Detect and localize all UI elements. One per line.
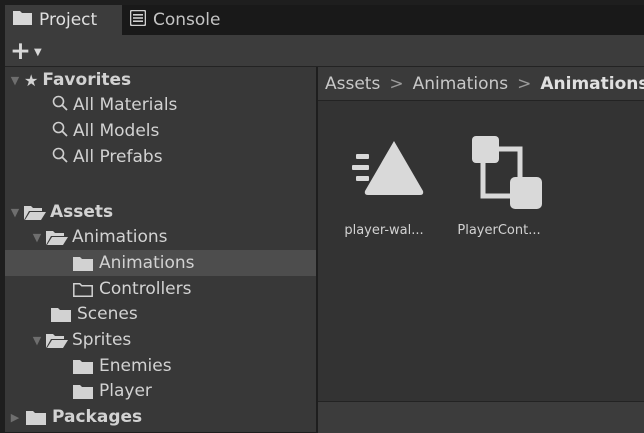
breadcrumb: Assets > Animations > Animations [318, 67, 644, 101]
tree-folder-label: Enemies [99, 356, 172, 376]
folder-open-icon [46, 230, 68, 245]
chevron-right-icon: > [517, 73, 532, 94]
tree-folder-sprites[interactable]: ▼ Sprites [5, 327, 316, 353]
tree-folder-enemies[interactable]: Enemies [5, 353, 316, 379]
asset-name: player-wal... [344, 223, 424, 238]
tree-item-label: All Prefabs [73, 147, 163, 167]
tree-folder-scenes[interactable]: Scenes [5, 301, 316, 327]
tree-packages[interactable]: ▶ Packages [5, 404, 316, 430]
tree-folder-controllers[interactable]: Controllers [5, 276, 316, 302]
tree-assets[interactable]: ▼ Assets [5, 199, 316, 225]
tree-folder-label: Animations [72, 227, 168, 247]
tree-packages-label: Packages [52, 407, 143, 427]
folder-icon [73, 256, 95, 271]
chevron-right-icon: > [389, 73, 404, 94]
expand-arrow-icon[interactable]: ▼ [9, 74, 21, 87]
collapse-arrow-icon[interactable]: ▶ [9, 411, 21, 424]
tree-item-all-models[interactable]: All Models [5, 118, 316, 144]
tree-folder-animations[interactable]: ▼ Animations [5, 224, 316, 250]
animation-clip-icon [346, 137, 426, 205]
tree-folder-label: Player [99, 381, 152, 401]
tree-folder-label: Scenes [77, 304, 138, 324]
folder-open-icon [24, 205, 46, 220]
tab-bar: Project Console [5, 5, 644, 35]
tree-item-label: All Materials [73, 95, 178, 115]
folder-tree: ▼ ★ Favorites All Materials All Models A… [5, 67, 316, 432]
empty-folder-icon [73, 282, 95, 297]
toolbar: + ▼ [5, 35, 644, 67]
tree-folder-label: Controllers [99, 279, 192, 299]
asset-item[interactable]: player-wal... [334, 127, 434, 245]
tab-console-label: Console [153, 10, 221, 30]
folder-icon [13, 10, 32, 30]
asset-pane-footer [318, 401, 644, 433]
tree-item-all-materials[interactable]: All Materials [5, 92, 316, 118]
expand-arrow-icon[interactable]: ▼ [9, 206, 21, 219]
folder-icon [73, 384, 95, 399]
tree-folder-player[interactable]: Player [5, 378, 316, 404]
breadcrumb-item[interactable]: Assets [325, 74, 380, 94]
tree-item-all-prefabs[interactable]: All Prefabs [5, 144, 316, 170]
expand-arrow-icon[interactable]: ▼ [31, 334, 43, 347]
breadcrumb-item[interactable]: Animations [413, 74, 509, 94]
folder-icon [73, 359, 95, 374]
tree-folder-label: Sprites [72, 330, 132, 350]
tree-favorites-label: Favorites [42, 70, 132, 90]
folder-open-icon [46, 333, 68, 348]
breadcrumb-current[interactable]: Animations [540, 74, 644, 94]
project-window: Project Console + ▼ ▼ ★ Favorites All Ma… [5, 5, 644, 433]
search-icon [52, 147, 68, 168]
tree-folder-label: Animations [99, 253, 195, 273]
folder-icon [26, 410, 48, 425]
tree-item-label: All Models [73, 121, 160, 141]
star-icon: ★ [24, 70, 39, 90]
plus-icon: + [10, 35, 31, 65]
animator-controller-icon [466, 132, 546, 220]
tab-console[interactable]: Console [122, 5, 250, 35]
asset-name: PlayerCont... [457, 223, 541, 238]
asset-item[interactable]: PlayerCont... [444, 127, 554, 245]
caret-down-icon: ▼ [33, 47, 42, 58]
tree-favorites[interactable]: ▼ ★ Favorites [5, 67, 316, 93]
asset-pane: Assets > Animations > Animations player-… [318, 67, 644, 433]
tree-folder-animations-sub[interactable]: Animations [5, 250, 316, 276]
folder-icon [51, 307, 73, 322]
console-icon [129, 9, 147, 31]
search-icon [52, 95, 68, 116]
create-button[interactable]: + ▼ [10, 35, 54, 65]
search-icon [52, 121, 68, 142]
tab-project-label: Project [39, 10, 98, 30]
expand-arrow-icon[interactable]: ▼ [31, 231, 43, 244]
tree-assets-label: Assets [50, 202, 114, 222]
tab-project[interactable]: Project [5, 5, 122, 35]
